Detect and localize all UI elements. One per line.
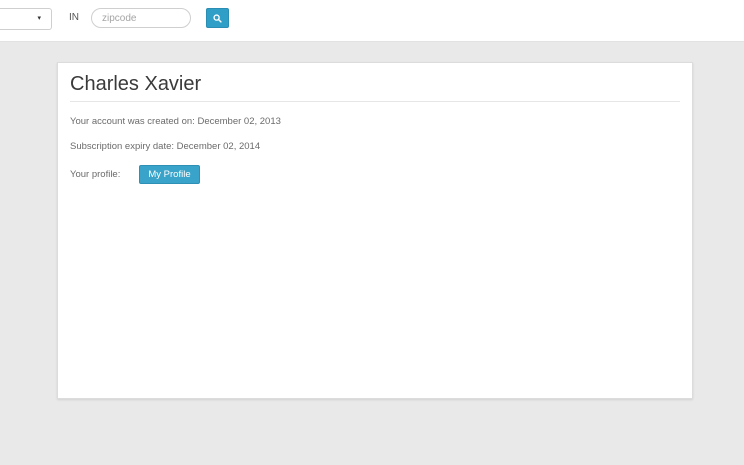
search-icon xyxy=(213,13,222,23)
subscription-expiry-text: Subscription expiry date: December 02, 2… xyxy=(70,141,261,152)
divider xyxy=(70,101,680,102)
zipcode-input[interactable] xyxy=(91,8,191,28)
profile-label: Your profile: xyxy=(70,169,121,180)
chevron-down-icon: ▾ xyxy=(37,15,41,22)
top-bar: ▾ IN xyxy=(0,0,744,42)
account-panel: Charles Xavier Your account was created … xyxy=(57,62,693,399)
country-code-label: IN xyxy=(69,12,79,23)
page-title: Charles Xavier xyxy=(70,73,202,95)
country-select[interactable]: ▾ xyxy=(0,8,52,30)
search-button[interactable] xyxy=(206,8,229,28)
account-created-text: Your account was created on: December 02… xyxy=(70,116,281,127)
my-profile-button[interactable]: My Profile xyxy=(139,165,200,184)
